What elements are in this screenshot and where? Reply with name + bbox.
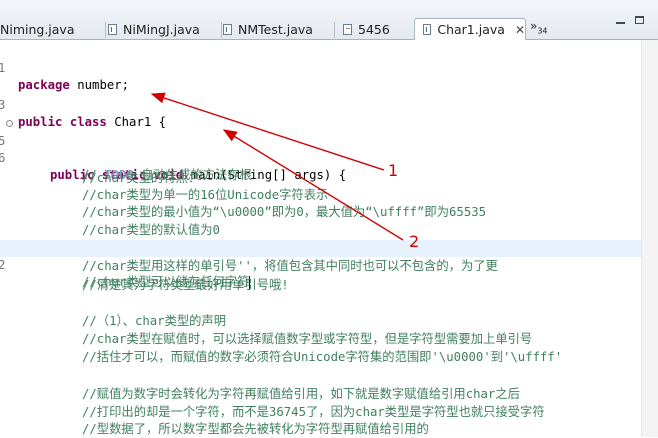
close-tab-icon[interactable]: ✕ bbox=[515, 23, 525, 37]
current-code-line: 2 //char类型可以储存任何字符 bbox=[0, 240, 641, 290]
maximize-icon[interactable] bbox=[634, 16, 648, 26]
tab-nmtest-java[interactable]: NMTest.java bbox=[223, 19, 335, 40]
tab-label: NMTest.java bbox=[238, 22, 313, 37]
tab-overflow-button[interactable]: »34 bbox=[530, 19, 548, 35]
editor-tab-bar: Niming.java NiMingJ.java NMTest.java 545… bbox=[0, 0, 658, 40]
comment-text: //括住才可以，而赋值的数字必须符合Unicode字符集的范围即'\u0000'… bbox=[82, 350, 563, 364]
comment-text: //char类型为单一的16位Unicode字符表示 bbox=[82, 188, 329, 202]
tab-label: 5456 bbox=[358, 22, 390, 37]
java-file-icon bbox=[223, 24, 232, 35]
tab-niming-java[interactable]: Niming.java bbox=[0, 19, 106, 40]
comment-text: //（1）、char类型的声明 bbox=[82, 314, 227, 328]
keyword: public class bbox=[18, 115, 107, 129]
tab-nimingj-java[interactable]: NiMingJ.java bbox=[108, 19, 222, 40]
annotation-label-1: 1 bbox=[388, 161, 399, 180]
code-line: 3 public class Char1 { bbox=[0, 80, 166, 129]
tab-5456[interactable]: 5456 bbox=[343, 19, 413, 40]
annotation-label-2: 2 bbox=[409, 232, 420, 251]
comment-text: //赋值为数字时会转化为字符再赋值给引用，如下就是数字赋值给引用char之后 bbox=[82, 387, 520, 401]
comment-text: //char类型在赋值时，可以选择赋值数字型或字符型，但是字符型需要加上单引号 bbox=[82, 332, 533, 346]
code-line: 1 package number; bbox=[0, 43, 129, 92]
code-line: 6 // TODO 自动生成的方法存根 bbox=[0, 133, 252, 182]
tab-label: Niming.java bbox=[0, 22, 75, 37]
comment-text: //型数据了，所以数字型都会先被转化为字符型再赋值给引用的 bbox=[82, 422, 429, 436]
code-line: 5 public static void main(String[] args)… bbox=[0, 116, 346, 182]
tab-char1-java[interactable]: Char1.java ✕ bbox=[414, 18, 526, 40]
comment-text: //char类型的默认值为0 bbox=[82, 223, 220, 237]
comment-text: //清楚其为字符类型最好用单引号哦! bbox=[82, 278, 289, 292]
comment-text: //char类型的最小值为“\u0000”即为0，最大值为“\uffff”即为6… bbox=[82, 205, 487, 219]
code-text: Char1 { bbox=[106, 115, 167, 129]
code-editor[interactable]: 1 package number; 3 public class Char1 {… bbox=[0, 40, 641, 437]
line-number: 2 bbox=[0, 258, 6, 272]
java-file-icon bbox=[108, 24, 117, 35]
text-file-icon bbox=[343, 24, 352, 35]
line-number: 3 bbox=[0, 98, 6, 112]
comment-text: //char类型的特点： bbox=[82, 171, 201, 185]
comment-text: //char类型用这样的单引号''，将值包含其中同时也可以不包含的，为了更 bbox=[82, 259, 498, 273]
fold-toggle-icon[interactable] bbox=[6, 120, 13, 127]
vertical-scrollbar[interactable] bbox=[641, 40, 658, 437]
hidden-tab-count: 34 bbox=[537, 26, 548, 36]
minimize-icon[interactable] bbox=[614, 16, 628, 26]
comment-text: //打印出的却是一个字符，而不是36745了，因为char类型是字符型也就只接受… bbox=[82, 405, 545, 419]
java-file-icon bbox=[423, 24, 432, 35]
tab-label: Char1.java bbox=[437, 22, 505, 37]
code-text: number; bbox=[69, 78, 130, 92]
line-number: 1 bbox=[0, 61, 6, 75]
line-number: 6 bbox=[0, 151, 6, 165]
tab-label: NiMingJ.java bbox=[123, 22, 200, 37]
